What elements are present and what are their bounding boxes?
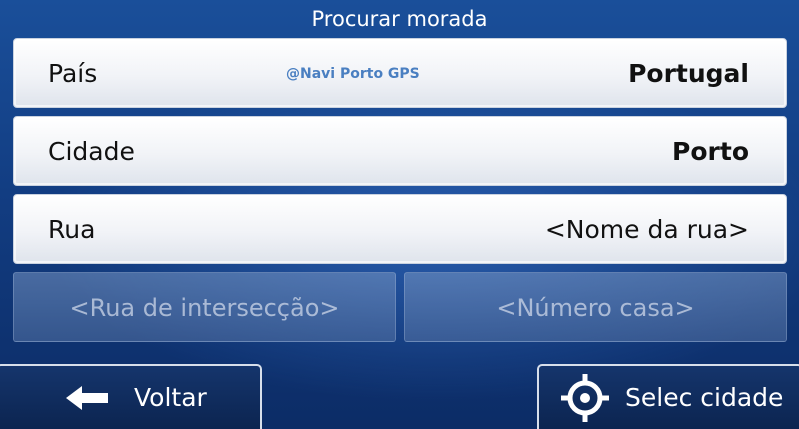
- arrow-left-icon: [66, 386, 110, 416]
- country-value: Portugal: [628, 59, 749, 88]
- select-city-button[interactable]: Selec cidade: [537, 364, 799, 429]
- select-city-button-label: Selec cidade: [625, 383, 784, 412]
- street-label: Rua: [48, 215, 96, 244]
- house-number-field: <Número casa>: [404, 272, 787, 342]
- back-button[interactable]: Voltar: [0, 364, 262, 429]
- crosshair-icon: [561, 374, 609, 428]
- city-field[interactable]: Cidade Porto: [13, 116, 787, 186]
- city-value: Porto: [672, 137, 749, 166]
- page-title: Procurar morada: [311, 7, 488, 31]
- intersection-field: <Rua de intersecção>: [13, 272, 396, 342]
- street-placeholder: <Nome da rua>: [544, 215, 749, 244]
- watermark-text: @Navi Porto GPS: [286, 66, 420, 82]
- back-button-label: Voltar: [134, 383, 207, 412]
- street-field[interactable]: Rua <Nome da rua>: [13, 194, 787, 264]
- city-label: Cidade: [48, 137, 135, 166]
- country-field[interactable]: País @Navi Porto GPS Portugal: [13, 38, 787, 108]
- country-label: País: [48, 59, 98, 88]
